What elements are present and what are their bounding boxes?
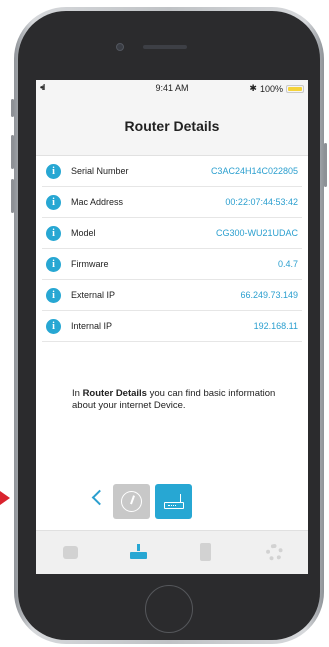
page-carousel [36, 484, 308, 522]
detail-value: 00:22:07:44:53:42 [225, 197, 298, 207]
pointer-arrow-icon [0, 491, 10, 505]
chevron-left-icon[interactable] [91, 489, 108, 506]
detail-row-internal-ip: i Internal IP 192.168.11 [42, 311, 302, 342]
carousel-item-router[interactable] [155, 484, 192, 519]
detail-value: CG300-WU21UDAC [215, 228, 298, 238]
info-icon[interactable]: i [46, 225, 61, 241]
power-button [324, 143, 327, 187]
router-antenna [180, 494, 181, 502]
info-icon[interactable]: i [46, 256, 61, 272]
detail-row-firmware: i Firmware 0.4.7 [42, 249, 302, 280]
tab-bar [36, 530, 308, 574]
info-icon[interactable]: i [46, 163, 61, 179]
gear-icon [266, 543, 283, 561]
home-button[interactable] [145, 585, 193, 633]
mute-switch [11, 99, 14, 117]
stage: •ıl 9:41 AM ✱ 100% Router Details i Seri… [0, 0, 329, 647]
dashboard-icon [63, 545, 78, 559]
info-icon[interactable]: i [46, 287, 61, 303]
detail-row-model: i Model CG300-WU21UDAC [42, 218, 302, 249]
router-icon [164, 502, 184, 509]
detail-label: External IP [71, 290, 116, 300]
router-icon [130, 543, 147, 559]
carousel-item-gauge[interactable] [113, 484, 150, 519]
help-text: In Router Details you can find basic inf… [72, 388, 282, 413]
page-title: Router Details [124, 117, 220, 134]
detail-label: Model [71, 228, 96, 238]
phone-icon [200, 542, 211, 561]
app-screen: •ıl 9:41 AM ✱ 100% Router Details i Seri… [36, 80, 308, 574]
detail-list: i Serial Number C3AC24H14C022805 i Mac A… [36, 156, 308, 342]
volume-down-button [11, 179, 14, 213]
info-icon[interactable]: i [46, 318, 61, 334]
tab-settings[interactable] [254, 538, 294, 568]
battery-icon [286, 84, 304, 93]
front-camera-icon [116, 43, 124, 51]
earpiece-speaker [143, 45, 187, 49]
detail-row-mac-address: i Mac Address 00:22:07:44:53:42 [42, 187, 302, 218]
detail-row-external-ip: i External IP 66.249.73.149 [42, 280, 302, 311]
detail-label: Mac Address [71, 197, 124, 207]
help-prefix: In [72, 388, 83, 399]
info-icon[interactable]: i [46, 194, 61, 210]
detail-value: 192.168.11 [253, 321, 298, 331]
status-right: ✱ 100% [249, 83, 304, 94]
detail-label: Serial Number [71, 166, 129, 176]
tab-dashboard[interactable] [50, 538, 90, 568]
volume-up-button [11, 135, 14, 169]
header-bar: Router Details [36, 96, 308, 156]
detail-value: 0.4.7 [277, 259, 298, 269]
battery-percent: 100% [259, 83, 283, 94]
detail-label: Internal IP [71, 321, 113, 331]
tab-devices[interactable] [186, 538, 226, 568]
battery-fill [288, 86, 302, 91]
detail-value: C3AC24H14C022805 [210, 166, 298, 176]
help-bold: Router Details [82, 388, 147, 399]
detail-value: 66.249.73.149 [240, 290, 298, 300]
bluetooth-icon: ✱ [249, 83, 257, 93]
detail-label: Firmware [71, 259, 109, 269]
tab-router[interactable] [118, 538, 158, 568]
status-bar: •ıl 9:41 AM ✱ 100% [36, 80, 308, 96]
detail-row-serial-number: i Serial Number C3AC24H14C022805 [42, 156, 302, 187]
